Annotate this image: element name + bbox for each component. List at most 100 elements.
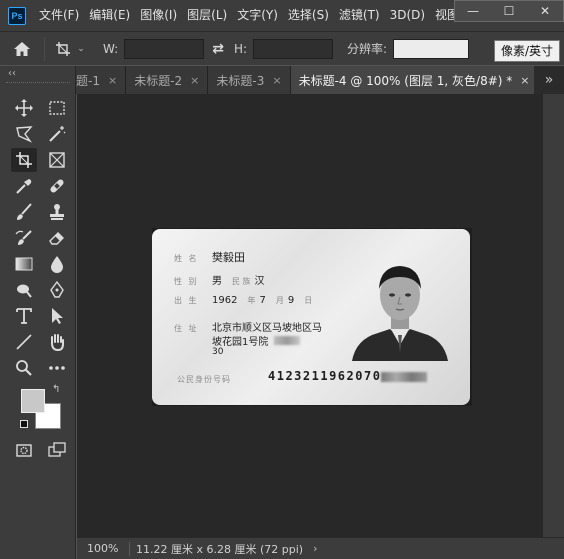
vertical-scrollbar[interactable] <box>543 94 564 537</box>
pen-tool[interactable] <box>44 278 70 302</box>
tab-label: 题-1 <box>76 73 100 88</box>
birth-label: 出 生 <box>174 296 199 305</box>
tab-untitled-4[interactable]: 未标题-4 @ 100% (图层 1, 灰色/8#) * × <box>290 66 539 94</box>
toolbox: ‹‹ ↰ <box>0 66 76 559</box>
frame-tool[interactable] <box>44 148 70 172</box>
line-icon <box>16 334 32 350</box>
address-row: 住 址 北京市顺义区马坡地区马 <box>174 319 322 334</box>
maximize-button[interactable]: ☐ <box>491 1 527 21</box>
quick-mask-icon <box>16 444 32 457</box>
swap-dimensions-icon[interactable]: ⇄ <box>212 41 224 57</box>
history-brush-tool[interactable] <box>11 226 37 250</box>
swap-colors-icon[interactable]: ↰ <box>52 384 60 395</box>
magic-wand-tool[interactable] <box>44 122 70 146</box>
ethnicity-value: 汉 <box>254 276 265 287</box>
menu-3d[interactable]: 3D(D) <box>385 0 430 31</box>
menu-filter[interactable]: 滤镜(T) <box>334 0 385 31</box>
portrait-photo <box>352 266 448 361</box>
menu-select[interactable]: 选择(S) <box>283 0 334 31</box>
status-bar: 100% 11.22 厘米 x 6.28 厘米 (72 ppi) › <box>77 537 564 559</box>
width-label: W: <box>103 41 119 56</box>
brush-tool[interactable] <box>11 200 37 224</box>
toolbox-grip[interactable] <box>6 82 70 88</box>
type-icon <box>16 308 32 324</box>
lasso-tool[interactable] <box>11 122 37 146</box>
close-tab-icon[interactable]: × <box>108 74 117 87</box>
hand-icon <box>51 334 64 352</box>
close-tab-icon[interactable]: × <box>520 74 529 87</box>
move-tool[interactable] <box>11 96 37 120</box>
move-icon <box>15 99 33 117</box>
birth-month-unit: 月 <box>275 296 284 305</box>
blur-tool[interactable] <box>44 252 70 276</box>
tab-untitled-2[interactable]: 未标题-2 × <box>126 66 209 94</box>
eyedropper-tool[interactable] <box>11 174 37 198</box>
height-input[interactable] <box>253 38 334 59</box>
unit-tooltip: 像素/英寸 <box>494 40 561 62</box>
id-card-image: 姓 名 樊毅田 性 别 男 民 族 汉 出 生 1962 年 7 月 9 日 住… <box>152 229 470 405</box>
healing-brush-tool[interactable] <box>44 174 70 198</box>
marquee-tool[interactable] <box>44 96 70 120</box>
birth-day-unit: 日 <box>304 296 313 305</box>
more-tools-button[interactable] <box>44 356 70 380</box>
arrow-pointer-icon <box>52 308 63 324</box>
frame-icon <box>49 152 65 168</box>
quick-mask-button[interactable] <box>11 438 37 462</box>
zoom-tool[interactable] <box>11 356 37 380</box>
tab-untitled-3[interactable]: 未标题-3 × <box>208 66 291 94</box>
resolution-input[interactable] <box>393 38 470 59</box>
eraser-tool[interactable] <box>44 226 70 250</box>
canvas-workspace[interactable]: 姓 名 樊毅田 性 别 男 民 族 汉 出 生 1962 年 7 月 9 日 住… <box>77 94 543 537</box>
menu-type[interactable]: 文字(Y) <box>232 0 283 31</box>
minimize-button[interactable]: — <box>455 1 491 21</box>
menu-layer[interactable]: 图层(L) <box>182 0 232 31</box>
close-tab-icon[interactable]: × <box>190 74 199 87</box>
id-number-label: 公民身份号码 <box>177 375 231 384</box>
perspective-crop-icon <box>56 41 71 56</box>
tab-label: 未标题-2 <box>134 73 183 88</box>
tab-untitled-1[interactable]: 题-1 × <box>76 66 127 94</box>
id-number-row: 4123211962070 <box>268 369 428 383</box>
sex-label: 性 别 <box>174 277 199 286</box>
birth-month: 7 <box>259 295 266 306</box>
path-selection-tool[interactable] <box>44 304 70 328</box>
tool-preset-picker[interactable]: ⌄ <box>45 32 95 66</box>
dodge-tool[interactable] <box>11 278 37 302</box>
birth-year-unit: 年 <box>247 296 256 305</box>
screen-mode-icon <box>48 442 66 457</box>
eyedropper-icon <box>16 179 32 194</box>
close-window-button[interactable]: ✕ <box>527 1 563 21</box>
menu-image[interactable]: 图像(I) <box>135 0 182 31</box>
address-label: 住 址 <box>174 324 199 333</box>
line-tool[interactable] <box>11 330 37 354</box>
gradient-tool[interactable] <box>11 252 37 276</box>
tab-overflow-button[interactable]: » <box>534 66 564 94</box>
hand-tool[interactable] <box>44 330 70 354</box>
width-input[interactable] <box>124 38 205 59</box>
perspective-crop-icon <box>16 152 32 168</box>
zoom-level[interactable]: 100% <box>77 542 123 555</box>
pen-icon <box>50 280 64 298</box>
blurred-id-digits <box>381 371 428 382</box>
brush-icon <box>17 203 32 220</box>
clone-stamp-tool[interactable] <box>44 200 70 224</box>
close-tab-icon[interactable]: × <box>272 74 281 87</box>
address-row-3: 30 <box>212 347 223 357</box>
collapse-toolbox-icon[interactable]: ‹‹ <box>8 68 16 79</box>
document-info: 11.22 厘米 x 6.28 厘米 (72 ppi) <box>136 542 304 556</box>
gradient-icon <box>15 257 33 271</box>
magnifier-icon <box>16 360 32 376</box>
sex-row: 性 别 男 民 族 汉 <box>174 272 265 287</box>
document-canvas[interactable]: 姓 名 樊毅田 性 别 男 民 族 汉 出 生 1962 年 7 月 9 日 住… <box>152 228 472 406</box>
status-menu-arrow-icon[interactable]: › <box>313 542 317 555</box>
screen-mode-button[interactable] <box>44 438 70 462</box>
menu-edit[interactable]: 编辑(E) <box>84 0 135 31</box>
default-colors-icon[interactable] <box>20 420 28 428</box>
foreground-color-swatch[interactable] <box>21 389 45 413</box>
perspective-crop-tool[interactable] <box>11 148 37 172</box>
menu-file[interactable]: 文件(F) <box>34 0 84 31</box>
home-button[interactable] <box>0 32 44 66</box>
sex-value: 男 <box>212 276 222 287</box>
name-value: 樊毅田 <box>212 251 245 264</box>
type-tool[interactable] <box>11 304 37 328</box>
